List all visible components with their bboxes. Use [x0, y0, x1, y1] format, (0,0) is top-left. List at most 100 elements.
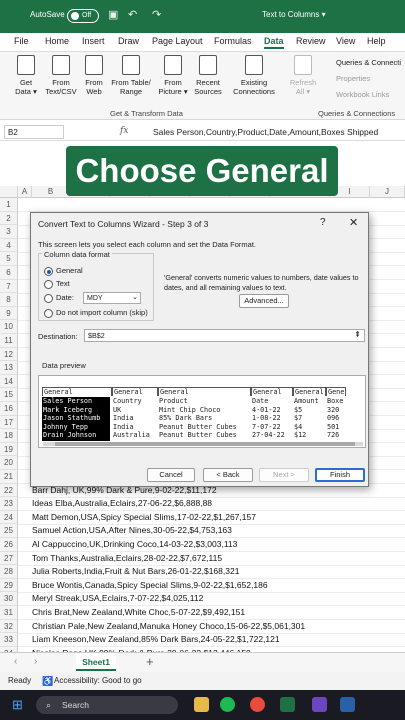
row-number[interactable]: 7	[0, 279, 18, 294]
tab-data[interactable]: Data	[264, 36, 284, 49]
preview-header-5[interactable]: General	[293, 387, 326, 396]
finish-button[interactable]: Finish	[315, 468, 365, 482]
row-number[interactable]: 26	[0, 538, 18, 552]
add-sheet-icon[interactable]: +	[146, 654, 154, 669]
app-icon-2[interactable]	[340, 697, 355, 712]
row-number[interactable]: 9	[0, 306, 18, 321]
preview-header-3[interactable]: General	[158, 387, 251, 396]
queries-connections-button[interactable]: Queries & Connecti	[336, 58, 401, 67]
back-button[interactable]: < Back	[203, 468, 253, 482]
row-number[interactable]: 18	[0, 429, 18, 443]
close-icon[interactable]: ✕	[349, 216, 358, 229]
preview-header-6[interactable]: Gene	[326, 387, 346, 396]
formula-input[interactable]: Sales Person,Country,Product,Date,Amount…	[153, 127, 378, 137]
radio-skip-column[interactable]: Do not import column (skip)	[44, 308, 184, 318]
row-number[interactable]: 29	[0, 578, 18, 593]
row-number[interactable]: 15	[0, 388, 18, 402]
cancel-button[interactable]: Cancel	[147, 468, 195, 482]
tab-insert[interactable]: Insert	[82, 36, 105, 46]
get-data-button[interactable]: Get Data ▾	[10, 55, 42, 96]
row-number[interactable]: 30	[0, 592, 18, 606]
row-number[interactable]: 27	[0, 551, 18, 566]
properties-button[interactable]: Properties	[336, 74, 370, 83]
row-number[interactable]: 16	[0, 402, 18, 416]
collapse-dialog-icon[interactable]: ⇞	[354, 330, 361, 339]
row-cell-b[interactable]: Liam Kneeson,New Zealand,85% Dark Bars,2…	[32, 633, 280, 647]
tab-draw[interactable]: Draw	[118, 36, 139, 46]
preview-scrollbar[interactable]	[43, 442, 363, 446]
row-number[interactable]: 12	[0, 347, 18, 362]
row-number[interactable]: 20	[0, 456, 18, 470]
row-number[interactable]: 32	[0, 619, 18, 634]
from-web-button[interactable]: From Web	[81, 55, 107, 96]
name-box[interactable]: B2	[4, 125, 64, 139]
help-icon[interactable]: ?	[320, 217, 326, 228]
chrome-icon[interactable]	[250, 697, 265, 712]
fx-icon[interactable]: fx	[120, 126, 128, 136]
tab-help[interactable]: Help	[367, 36, 386, 46]
existing-connections-button[interactable]: Existing Connections	[230, 55, 278, 96]
radio-text[interactable]: Text	[44, 279, 184, 289]
from-text-csv-button[interactable]: From Text/CSV	[43, 55, 79, 96]
undo-icon[interactable]: ↶	[128, 8, 137, 21]
row-number[interactable]: 4	[0, 238, 18, 253]
preview-header-1[interactable]: General	[42, 387, 112, 396]
row-number[interactable]: 14	[0, 374, 18, 389]
destination-input[interactable]: $B$2 ⇞	[84, 329, 365, 342]
scroll-right-icon[interactable]: ›	[34, 656, 37, 667]
row-cell-b[interactable]: Ideas Elba,Australia,Eclairs,27-06-22,$6…	[32, 497, 212, 511]
autosave-toggle[interactable]: Off	[67, 9, 99, 23]
advanced-button[interactable]: Advanced...	[239, 294, 289, 308]
row-cell-b[interactable]: Bruce Wontis,Canada,Spicy Special Slims,…	[32, 579, 268, 593]
row-number[interactable]: 21	[0, 470, 18, 484]
document-title[interactable]: Text to Columns ▾	[262, 10, 326, 19]
row-cell-b[interactable]: Samuel Action,USA,After Nines,30-05-22,$…	[32, 524, 232, 538]
accessibility-icon[interactable]: ♿	[42, 672, 53, 690]
row-cell-b[interactable]: Meryl Streak,USA,Eclairs,7-07-22,$4,025,…	[32, 592, 203, 606]
next-button[interactable]: Next >	[259, 468, 309, 482]
preview-header-2[interactable]: General	[112, 387, 158, 396]
row-number[interactable]: 31	[0, 606, 18, 620]
row-cell-b[interactable]: Tom Thanks,Australia,Eclairs,28-02-22,$7…	[32, 552, 222, 566]
data-preview[interactable]: General General General General General …	[38, 375, 366, 448]
preview-header-4[interactable]: General	[251, 387, 293, 396]
scroll-left-icon[interactable]: ‹	[14, 656, 17, 667]
from-picture-button[interactable]: From Picture ▾	[155, 55, 191, 96]
row-number[interactable]: 6	[0, 266, 18, 280]
file-explorer-icon[interactable]	[194, 697, 209, 712]
row-number[interactable]: 33	[0, 633, 18, 647]
row-number[interactable]: 11	[0, 334, 18, 348]
column-header-b[interactable]: B	[32, 186, 70, 198]
column-header-j[interactable]: J	[370, 186, 405, 198]
excel-icon[interactable]	[280, 697, 295, 712]
radio-general[interactable]: General	[44, 266, 184, 276]
windows-start-icon[interactable]: ⊞	[12, 697, 23, 713]
row-number[interactable]: 5	[0, 252, 18, 266]
recent-sources-button[interactable]: Recent Sources	[192, 55, 224, 96]
column-header-a[interactable]: A	[18, 186, 32, 198]
row-number[interactable]: 22	[0, 483, 18, 498]
date-format-select[interactable]: MDY ⌄	[83, 292, 141, 304]
select-all-corner[interactable]	[0, 186, 18, 198]
tab-home[interactable]: Home	[45, 36, 69, 46]
row-number[interactable]: 23	[0, 497, 18, 511]
tab-review[interactable]: Review	[296, 36, 326, 46]
app-icon[interactable]	[312, 697, 327, 712]
row-number[interactable]: 19	[0, 442, 18, 457]
row-number[interactable]: 25	[0, 524, 18, 538]
row-cell-b[interactable]: Matt Demon,USA,Spicy Special Slims,17-02…	[32, 511, 256, 525]
row-number[interactable]: 28	[0, 565, 18, 579]
tab-file[interactable]: File	[14, 36, 29, 46]
row-number[interactable]: 3	[0, 225, 18, 239]
tab-page-layout[interactable]: Page Layout	[152, 36, 203, 46]
row-number[interactable]: 1	[0, 198, 18, 212]
status-accessibility[interactable]: Accessibility: Good to go	[54, 672, 142, 690]
row-number[interactable]: 13	[0, 361, 18, 375]
tab-view[interactable]: View	[336, 36, 355, 46]
sheet-tab-sheet1[interactable]: Sheet1	[76, 653, 116, 671]
from-table-range-button[interactable]: From Table/Range	[108, 55, 154, 96]
row-number[interactable]: 17	[0, 415, 18, 430]
spotify-icon[interactable]	[220, 697, 235, 712]
scroll-thumb[interactable]	[55, 442, 355, 446]
workbook-links-button[interactable]: Workbook Links	[336, 90, 389, 99]
